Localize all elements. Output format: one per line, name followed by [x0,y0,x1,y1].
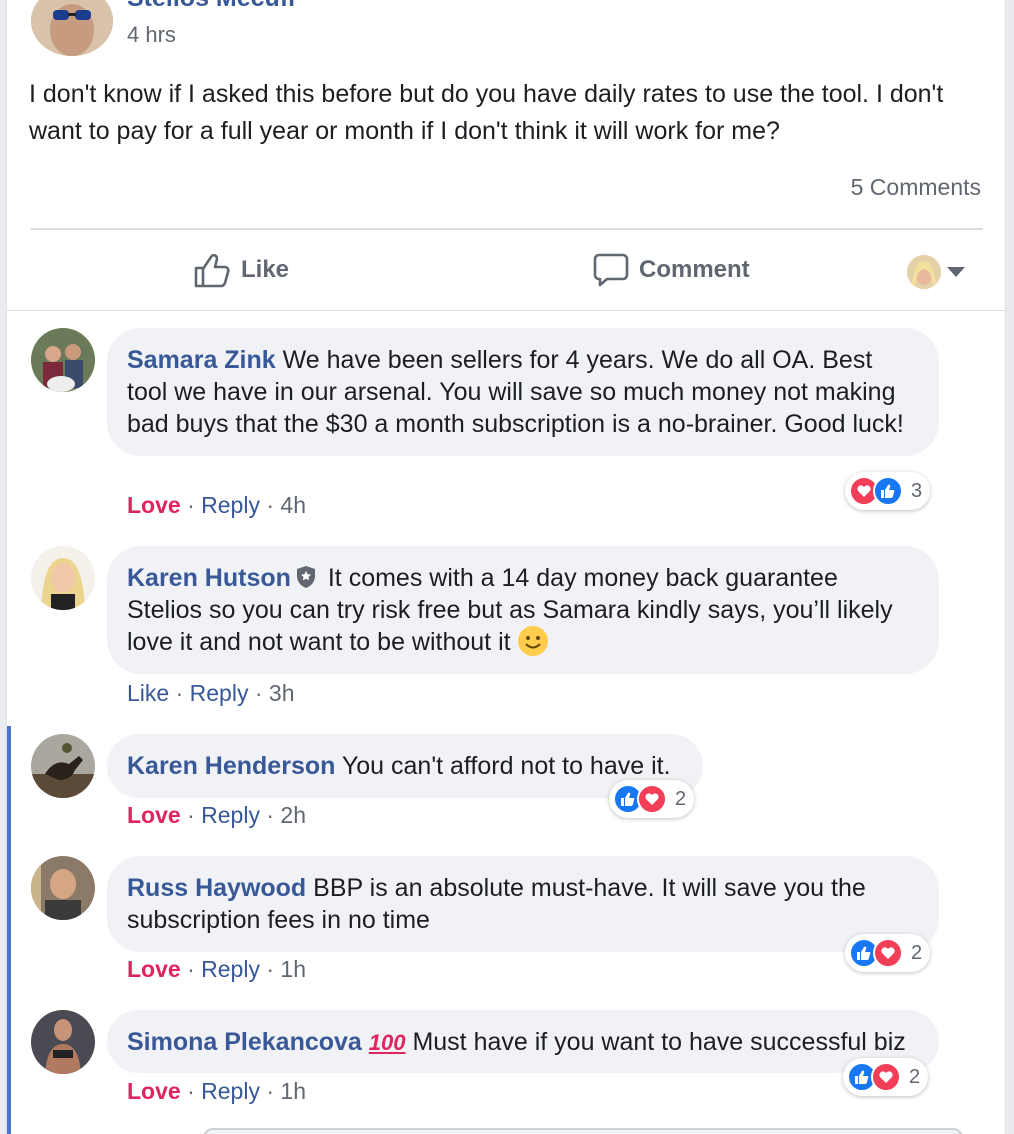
separator: · [180,1078,202,1104]
separator: · [259,1078,281,1104]
reaction-button[interactable]: Love [127,956,181,982]
comment-text: You can't afford not to have it. [341,752,671,780]
separator: · [248,680,269,706]
post-timestamp[interactable]: 4 hrs [127,22,176,48]
smiley-emoji-icon [517,626,548,656]
reactions-summary[interactable]: 2 [843,1058,929,1096]
reaction-count: 2 [911,941,923,964]
author-avatar[interactable] [31,0,113,56]
commenter-name[interactable]: Russ Haywood [127,874,306,902]
heart-reaction-icon [637,784,667,814]
reply-button[interactable]: Reply [201,1078,260,1104]
hundred-points-emoji: 100 [368,1030,406,1055]
commenter-avatar[interactable] [31,328,95,392]
commenter-name[interactable]: Karen Hutson [127,564,291,592]
thumbs-up-icon [194,253,230,288]
comment-bubble: Simona Plekancova 100 Must have if you w… [107,1010,939,1073]
separator: · [259,802,281,828]
comment-time[interactable]: 1h [280,1078,306,1104]
comment-time[interactable]: 1h [280,956,306,982]
reaction-button[interactable]: Love [127,492,181,518]
commenter-name[interactable]: Karen Henderson [127,752,335,780]
comment-button[interactable]: Comment [593,250,750,290]
comment-text: Must have if you want to have successful… [412,1028,906,1056]
comment-actions: Love · Reply · 1h [127,956,306,983]
like-label: Like [241,256,290,283]
author-name[interactable]: Stelios Mecufi [127,0,295,11]
like-reaction-icon [873,476,903,506]
write-reply-input[interactable] [203,1128,963,1134]
reaction-count: 3 [911,479,923,502]
reaction-count: 2 [909,1065,921,1088]
separator: · [180,492,202,518]
reaction-button[interactable]: Love [127,1078,181,1104]
comment-actions: Like · Reply · 3h [127,680,295,707]
reactions-summary[interactable]: 3 [845,472,931,510]
heart-reaction-icon [873,938,903,968]
reactions-summary[interactable]: 2 [609,780,695,818]
comment-bubble: Karen Hutson It comes with a 14 day mone… [107,546,939,674]
commenter-avatar[interactable] [31,856,95,920]
divider [7,310,1005,311]
comment-actions: Love · Reply · 2h [127,802,306,829]
commenter-name[interactable]: Simona Plekancova [127,1028,362,1056]
comment-bubble: Russ Haywood BBP is an absolute must-hav… [107,856,939,952]
comment-actions: Love · Reply · 1h [127,1078,306,1105]
heart-reaction-icon [871,1062,901,1092]
reactions-summary[interactable]: 2 [845,934,931,972]
comment-time[interactable]: 3h [269,680,295,706]
reply-button[interactable]: Reply [190,680,249,706]
commenter-avatar[interactable] [31,734,95,798]
comments-count-link[interactable]: 5 Comments [851,174,981,201]
comment-label: Comment [639,256,750,283]
reply-button[interactable]: Reply [201,802,260,828]
comment-as-selector[interactable] [907,252,965,292]
separator: · [180,802,202,828]
post-card: Stelios Mecufi 4 hrs I don't know if I a… [6,0,1006,1134]
like-button[interactable]: Like [193,250,289,290]
divider [31,228,983,230]
reaction-button[interactable]: Love [127,802,181,828]
comment-time[interactable]: 4h [280,492,306,518]
commenter-avatar[interactable] [31,546,95,610]
comment-bubble: Samara Zink We have been sellers for 4 y… [107,328,939,456]
admin-shield-icon [296,566,315,588]
post-text: I don't know if I asked this before but … [29,80,944,145]
separator: · [180,956,202,982]
thread-bar [7,726,11,1134]
commenter-avatar[interactable] [31,1010,95,1074]
reaction-count: 2 [675,787,687,810]
comment-time[interactable]: 2h [280,802,306,828]
like-comment-button[interactable]: Like [127,680,169,706]
separator: · [259,492,281,518]
current-user-avatar [907,255,941,289]
separator: · [259,956,281,982]
separator: · [169,680,190,706]
commenter-name[interactable]: Samara Zink [127,346,276,374]
reply-button[interactable]: Reply [201,492,260,518]
caret-down-icon [947,267,965,277]
speech-bubble-icon [593,253,629,287]
comment-actions: Love · Reply · 4h [127,492,306,519]
reply-button[interactable]: Reply [201,956,260,982]
